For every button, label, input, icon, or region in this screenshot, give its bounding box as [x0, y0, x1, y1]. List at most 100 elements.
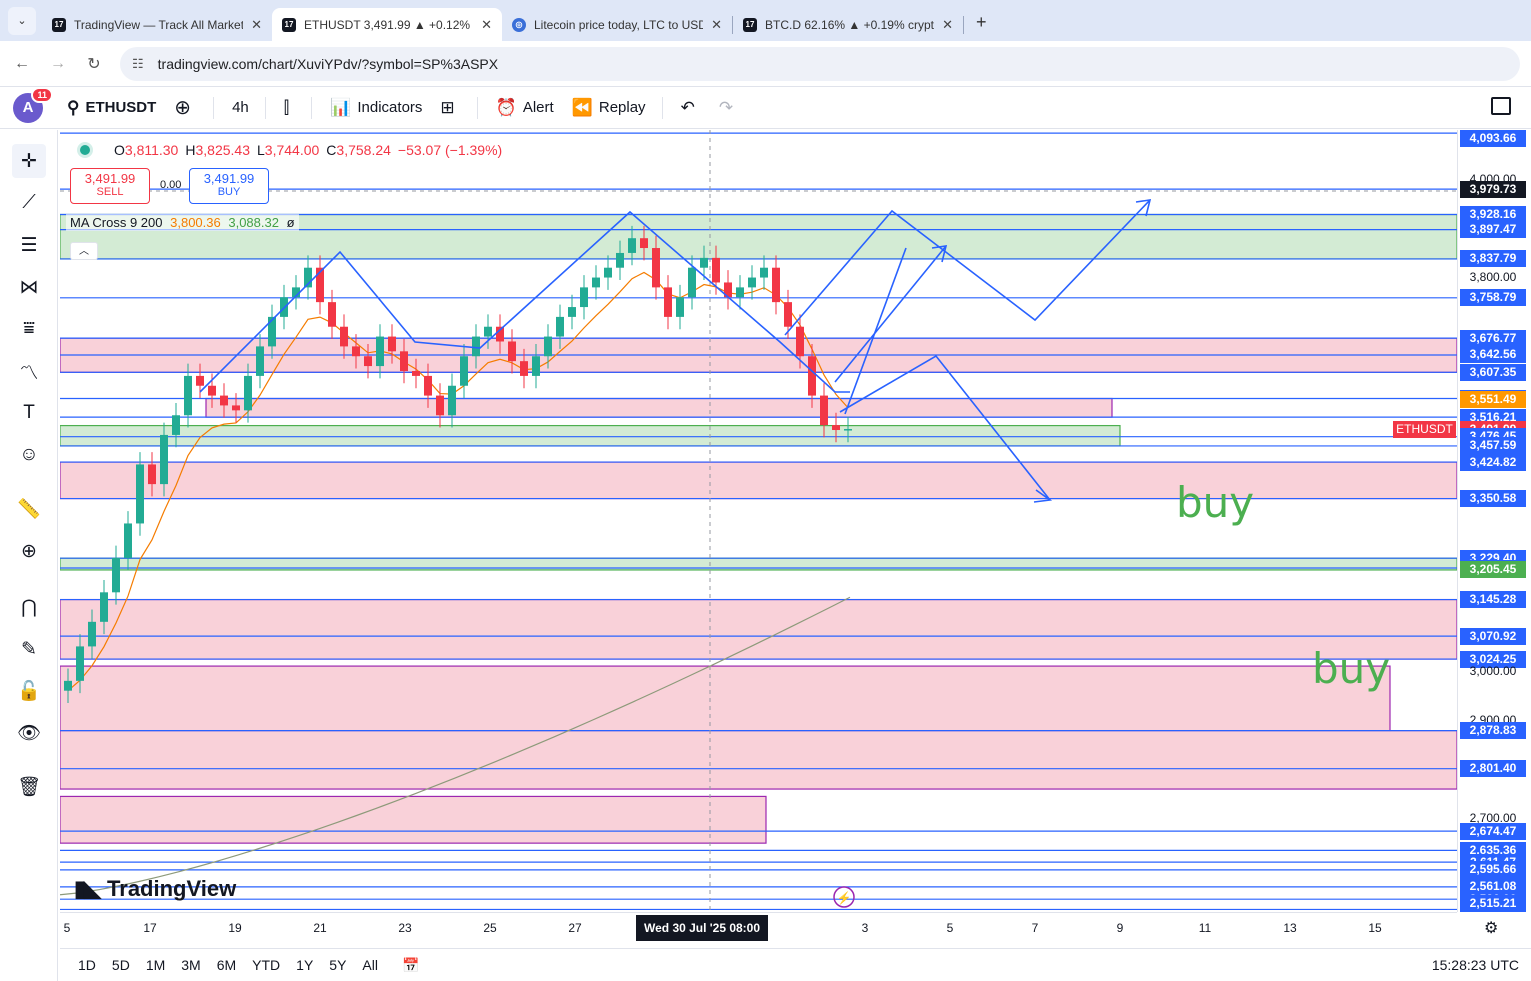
- sell-button[interactable]: 3,491.99 SELL: [70, 168, 150, 204]
- price-label: 3,758.79: [1460, 289, 1526, 307]
- candle-body: [112, 557, 120, 593]
- candle-body: [592, 277, 600, 288]
- range-button[interactable]: 1Y: [296, 957, 313, 973]
- time-label: 19: [228, 921, 242, 935]
- emoji-icon[interactable]: ☺: [12, 438, 46, 472]
- text-icon[interactable]: T: [12, 396, 46, 430]
- price-label: 3,979.73: [1460, 180, 1526, 198]
- time-axis[interactable]: 1513119753Aug2725232119175 Wed 30 Jul '2…: [60, 912, 1457, 942]
- toolbar-separator: [213, 96, 215, 119]
- candle-body: [820, 395, 828, 426]
- range-button[interactable]: 5D: [112, 957, 130, 973]
- search-icon: ⚲: [67, 97, 80, 117]
- lock-drawing-icon[interactable]: ✎: [12, 632, 46, 666]
- horizontal-lines-icon[interactable]: ☰: [12, 228, 46, 262]
- buy-button[interactable]: 3,491.99 BUY: [189, 168, 269, 204]
- range-button[interactable]: 1D: [78, 957, 96, 973]
- settings-gear-icon[interactable]: ⚙: [1484, 918, 1498, 938]
- alert-button[interactable]: ⏰ Alert: [496, 98, 554, 118]
- price-label: 4,093.66: [1460, 130, 1526, 147]
- rewind-icon: ⏪: [571, 97, 593, 117]
- back-icon[interactable]: ←: [4, 55, 40, 73]
- close-tab-icon[interactable]: ✕: [251, 17, 262, 33]
- price-label: 3,145.28: [1460, 591, 1526, 609]
- close-key: C: [326, 142, 337, 158]
- utc-clock[interactable]: 15:28:23 UTC: [1432, 957, 1519, 973]
- range-button[interactable]: 1M: [146, 957, 165, 973]
- close-tab-icon[interactable]: ✕: [711, 17, 722, 33]
- zoom-in-icon[interactable]: ⊕: [12, 534, 46, 568]
- interval-button[interactable]: 4h: [232, 99, 249, 116]
- price-label: 2,878.83: [1460, 722, 1526, 740]
- browser-tab-4[interactable]: 17 BTC.D 62.16% ▲ +0.19% crypto ✕: [733, 8, 963, 41]
- collapse-legend-icon[interactable]: ︿: [70, 242, 98, 260]
- ma-slow-value: 3,088.32: [228, 215, 279, 230]
- calendar-icon[interactable]: 📅: [402, 957, 419, 974]
- browser-tab-2[interactable]: 17 ETHUSDT 3,491.99 ▲ +0.12% c ✕: [272, 8, 502, 41]
- candle-body: [124, 523, 132, 558]
- buy-annotation-1: buy: [1176, 478, 1255, 527]
- new-tab-icon[interactable]: +: [976, 12, 987, 33]
- reload-icon[interactable]: ↻: [76, 54, 112, 74]
- compare-symbol-button[interactable]: ⊕: [174, 95, 197, 120]
- tradingview-favicon: 17: [282, 17, 296, 32]
- trash-icon[interactable]: 🗑: [12, 770, 46, 804]
- zone-rect: [60, 598, 1457, 660]
- candle-body: [172, 415, 180, 435]
- magnet-icon[interactable]: ⋂: [12, 590, 46, 624]
- redo-icon: ↷: [718, 97, 734, 117]
- market-open-icon: [80, 145, 90, 155]
- ruler-icon[interactable]: 📏: [12, 492, 46, 526]
- time-label: 5: [946, 921, 954, 935]
- eye-icon[interactable]: 👁: [12, 716, 46, 750]
- price-label: 3,642.56: [1460, 346, 1526, 364]
- fib-retracement-icon[interactable]: ⩸: [12, 312, 46, 346]
- candle-body: [628, 238, 636, 253]
- replay-button[interactable]: ⏪ Replay: [572, 98, 646, 118]
- ma-fast-value: 3,800.36: [170, 215, 221, 230]
- crosshair-icon[interactable]: ✛: [12, 144, 46, 178]
- toolbar-separator: [311, 96, 313, 119]
- redo-button[interactable]: ↷: [719, 98, 739, 118]
- layouts-button[interactable]: ⊞: [440, 98, 460, 118]
- indicators-button[interactable]: 📊 Indicators: [330, 98, 422, 118]
- range-button[interactable]: YTD: [252, 957, 280, 973]
- candle-body: [712, 257, 720, 283]
- toolbar-separator: [264, 96, 266, 119]
- tab-search-dropdown[interactable]: ⌄: [8, 6, 36, 35]
- close-tab-icon[interactable]: ✕: [481, 17, 492, 33]
- browser-tab-1[interactable]: 17 TradingView — Track All Markets ✕: [42, 8, 272, 41]
- fullscreen-icon[interactable]: [1491, 97, 1511, 115]
- range-button[interactable]: 6M: [217, 957, 236, 973]
- close-tab-icon[interactable]: ✕: [942, 17, 953, 33]
- candle-body: [160, 434, 168, 485]
- url-field[interactable]: ☷ tradingview.com/chart/XuviYPdv/?symbol…: [120, 46, 1520, 81]
- forecasting-icon[interactable]: 〽: [12, 354, 46, 388]
- candle-body: [196, 375, 204, 386]
- unlock-icon[interactable]: 🔓: [12, 674, 46, 708]
- undo-button[interactable]: ↶: [681, 98, 701, 118]
- pitchfork-icon[interactable]: ⋈: [12, 270, 46, 304]
- trend-line-icon[interactable]: ⟋: [12, 186, 46, 220]
- avatar[interactable]: A 11: [13, 86, 53, 123]
- range-button[interactable]: 3M: [181, 957, 200, 973]
- chart-type-button[interactable]: ⫿: [284, 98, 295, 118]
- close-value: 3,758.24: [336, 142, 391, 158]
- high-value: 3,825.43: [195, 142, 250, 158]
- toolbar-separator: [476, 96, 478, 119]
- range-button[interactable]: All: [362, 957, 378, 973]
- price-axis[interactable]: 4,093.66 4,000.00 3,979.73 3,928.16 3,897.47…: [1457, 130, 1531, 912]
- undo-icon: ↶: [680, 97, 695, 117]
- candle-body: [664, 287, 672, 317]
- ma-cross-legend[interactable]: MA Cross 9 200 3,800.36 3,088.32 ø: [66, 214, 299, 231]
- price-label: 2,801.40: [1460, 760, 1526, 778]
- symbol-search-button[interactable]: ⚲ ETHUSDT: [67, 98, 156, 118]
- forward-icon[interactable]: →: [40, 55, 76, 73]
- spread-value: 0.00: [160, 179, 182, 191]
- lightning-icon: ⚡: [837, 891, 852, 905]
- tradingview-logo[interactable]: ▮◣ TradingView: [74, 876, 236, 902]
- site-settings-icon[interactable]: ☷: [132, 56, 144, 72]
- candle-body: [616, 252, 624, 268]
- browser-tab-3[interactable]: ◎ Litecoin price today, LTC to USD ✕: [502, 8, 732, 41]
- range-button[interactable]: 5Y: [329, 957, 346, 973]
